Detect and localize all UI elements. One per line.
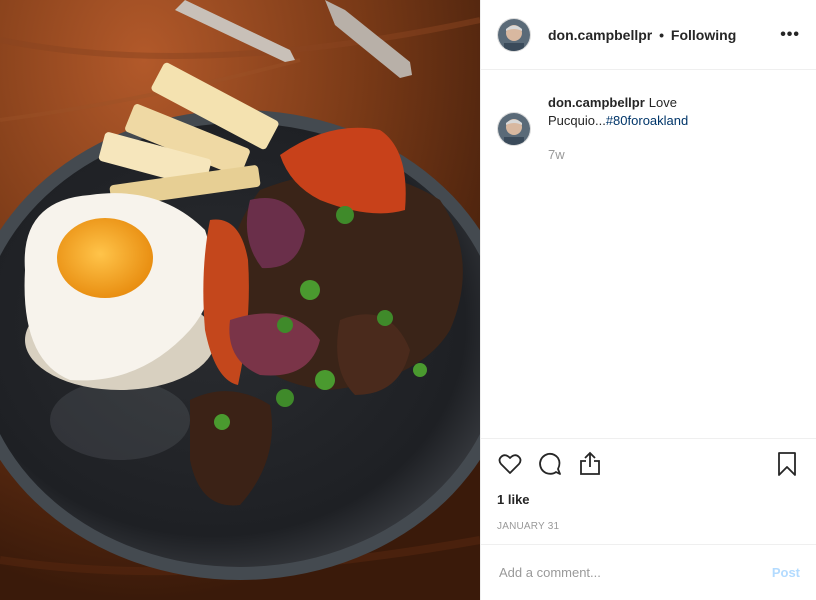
post-header: don.campbellpr • Following ••• [481, 0, 816, 70]
avatar-image [498, 113, 530, 145]
follow-status-button[interactable]: Following [671, 27, 736, 43]
instagram-post: don.campbellpr • Following ••• don.campb… [0, 0, 816, 600]
post-sidebar: don.campbellpr • Following ••• don.campb… [480, 0, 816, 600]
post-date: JANUARY 31 [497, 521, 560, 532]
action-bar: 1 like JANUARY 31 [481, 438, 816, 532]
author-avatar[interactable] [497, 17, 531, 52]
comment-icon[interactable] [537, 451, 563, 477]
food-photo-image [0, 0, 480, 600]
heart-icon[interactable] [497, 451, 523, 477]
caption-hashtag-link[interactable]: #80foroakland [606, 113, 688, 128]
author-username[interactable]: don.campbellpr [548, 27, 652, 43]
more-options-icon[interactable]: ••• [780, 26, 800, 43]
comments-section: don.campbellpr Love Pucquio...#80foroakla… [481, 70, 816, 438]
caption-avatar[interactable] [497, 112, 531, 146]
share-icon[interactable] [577, 451, 603, 477]
header-separator: • [659, 26, 665, 43]
post-comment-button[interactable]: Post [772, 565, 800, 580]
caption-username[interactable]: don.campbellpr [548, 95, 645, 110]
add-comment-bar: Post [481, 544, 816, 600]
header-text: don.campbellpr • Following [548, 27, 736, 43]
avatar-image [498, 18, 530, 51]
post-photo[interactable] [0, 0, 480, 600]
caption-timestamp[interactable]: 7w [548, 146, 708, 164]
caption-body: don.campbellpr Love Pucquio...#80foroakla… [548, 94, 708, 164]
add-comment-input[interactable] [497, 564, 772, 581]
action-icons [497, 449, 800, 479]
caption-comment: don.campbellpr Love Pucquio...#80foroakla… [497, 94, 800, 164]
like-count[interactable]: 1 like [497, 492, 800, 507]
bookmark-icon[interactable] [774, 451, 800, 477]
